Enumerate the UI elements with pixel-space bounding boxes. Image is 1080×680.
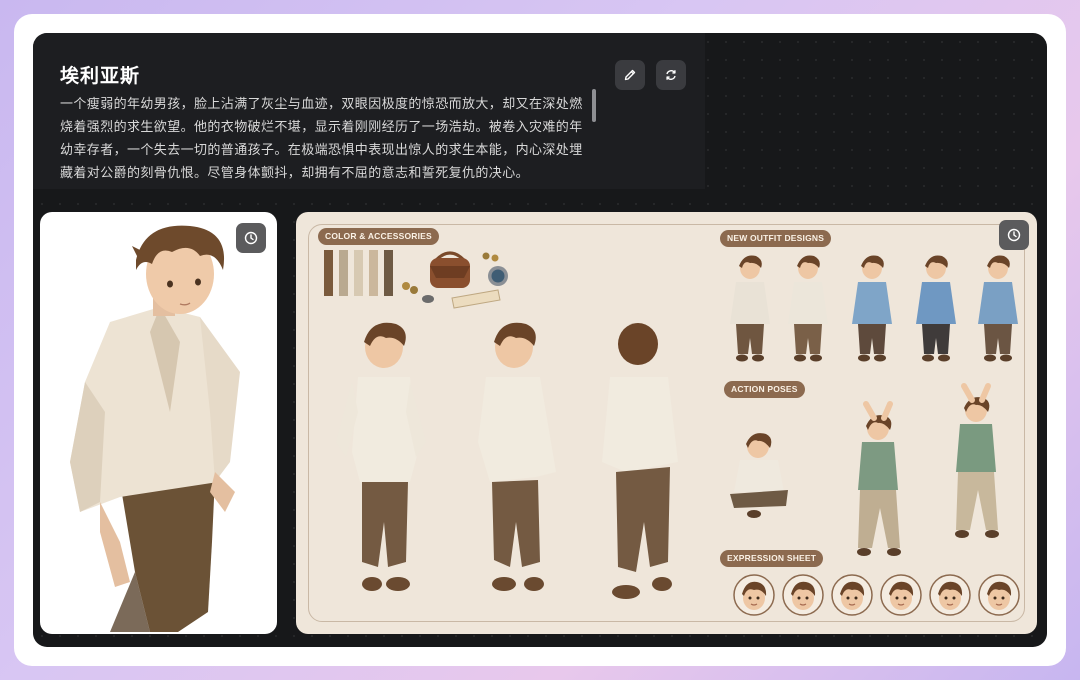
color-swatch — [369, 250, 378, 296]
regenerate-button[interactable] — [656, 60, 686, 90]
character-sheet-card[interactable]: COLOR & ACCESSORIES NEW OUTFIT DESIGNS A… — [296, 212, 1037, 634]
character-name: 埃利亚斯 — [60, 66, 141, 87]
character-info-panel: 埃利亚斯 一个瘦弱的年幼男孩，脸上沾满了灰尘与血迹，双眼因极度的惊恐而放大，却又… — [33, 33, 705, 189]
character-description: 一个瘦弱的年幼男孩，脸上沾满了灰尘与血迹，双眼因极度的惊恐而放大，却又在深处燃烧… — [60, 96, 583, 180]
outfit-figure — [852, 255, 892, 362]
pencil-icon — [624, 69, 636, 81]
label-color-accessories: COLOR & ACCESSORIES — [318, 228, 439, 245]
character-portrait-image — [70, 225, 240, 632]
turnaround-figures — [336, 322, 678, 599]
refresh-icon — [666, 70, 676, 80]
expression-face — [782, 574, 824, 616]
history-button-right[interactable] — [999, 220, 1029, 250]
color-swatch — [324, 250, 333, 296]
clock-icon — [244, 231, 258, 245]
edit-button[interactable] — [615, 60, 645, 90]
history-button-left[interactable] — [236, 223, 266, 253]
color-swatch — [339, 250, 348, 296]
action-pose-figure — [857, 401, 901, 556]
expression-face — [880, 574, 922, 616]
portrait-card[interactable] — [40, 212, 277, 634]
outfit-figure — [916, 255, 956, 362]
description-scrollbar[interactable] — [592, 89, 596, 122]
action-pose-figure — [955, 383, 999, 538]
outfit-figure — [788, 255, 828, 362]
figure-side — [478, 322, 556, 591]
figure-back — [602, 323, 678, 599]
expression-face — [733, 574, 775, 616]
accessories-illustration — [402, 251, 508, 309]
label-action-poses: ACTION POSES — [724, 381, 805, 398]
label-new-outfit: NEW OUTFIT DESIGNS — [720, 230, 832, 247]
expression-face — [929, 574, 971, 616]
figure-front — [336, 322, 426, 591]
outfit-figure — [978, 255, 1018, 362]
expression-face — [978, 574, 1020, 616]
outfit-figure — [730, 255, 770, 362]
color-swatch — [384, 250, 393, 296]
action-pose-figure — [730, 433, 788, 518]
app-canvas: 埃利亚斯 一个瘦弱的年幼男孩，脸上沾满了灰尘与血迹，双眼因极度的惊恐而放大，却又… — [33, 33, 1047, 647]
clock-icon — [1007, 228, 1021, 242]
expression-face — [831, 574, 873, 616]
color-swatch — [354, 250, 363, 296]
